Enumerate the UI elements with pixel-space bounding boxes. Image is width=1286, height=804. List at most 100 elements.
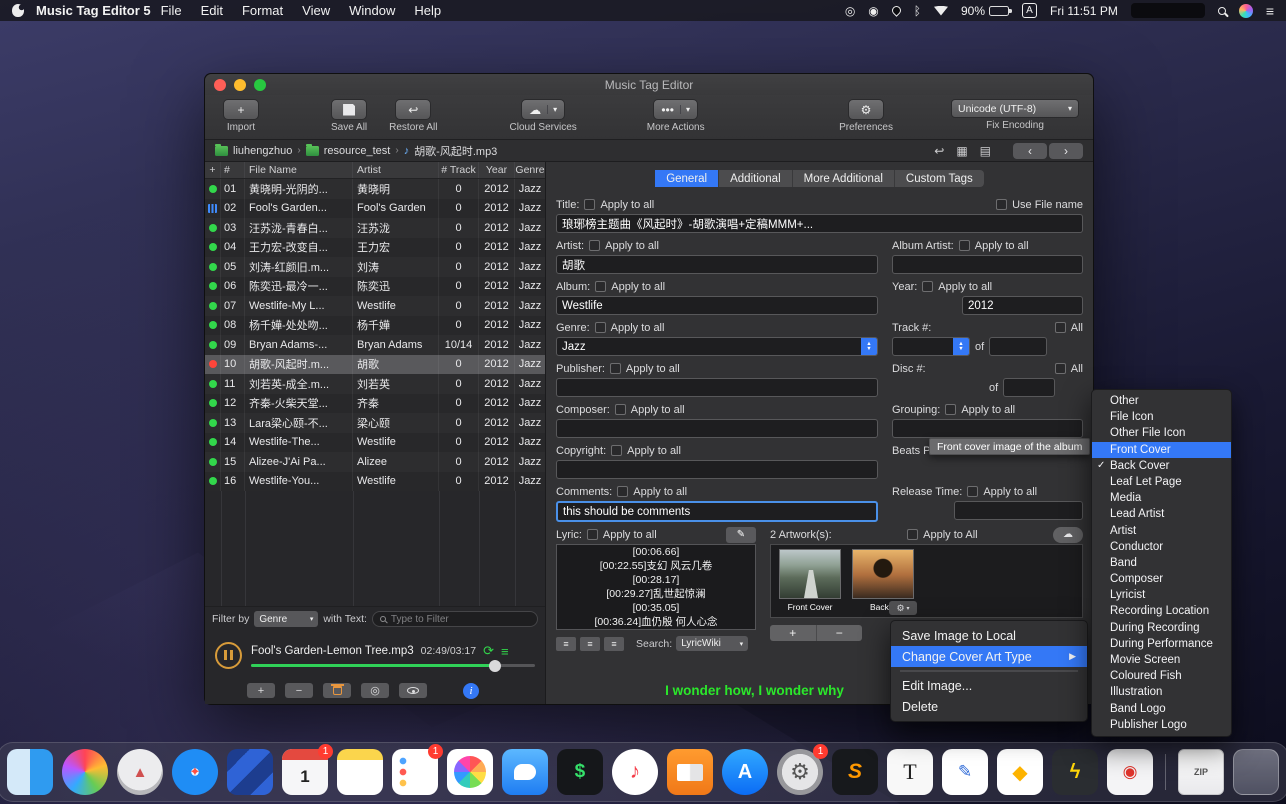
menu-item[interactable]: File [161, 3, 182, 18]
submenu-item[interactable]: Other [1092, 393, 1231, 409]
playback-knob[interactable] [489, 660, 501, 672]
composer-field[interactable] [556, 419, 878, 438]
submenu-item[interactable]: Movie Screen [1092, 652, 1231, 668]
artist-apply-checkbox[interactable] [589, 240, 600, 251]
filter-search-field[interactable] [372, 611, 538, 627]
release-apply-checkbox[interactable] [967, 486, 978, 497]
dock-item-launchpad[interactable] [62, 749, 108, 795]
dock-item-text-editor[interactable]: T [887, 749, 933, 795]
dock-item-system-preferences[interactable]: ⚙ 1 [777, 749, 823, 795]
siri-icon[interactable] [1239, 4, 1253, 18]
grouping-apply-checkbox[interactable] [945, 404, 956, 415]
add-artwork-button[interactable]: + [770, 625, 817, 641]
genre-apply-checkbox[interactable] [595, 322, 606, 333]
remove-artwork-button[interactable]: − [817, 625, 863, 641]
front-cover-artwork[interactable]: Front Cover [778, 549, 842, 613]
dock-item-photos[interactable] [447, 749, 493, 795]
back-cover-image[interactable] [852, 549, 914, 599]
filter-field-select[interactable]: Genre▾ [254, 611, 318, 627]
column-header-genre[interactable]: Genre [515, 162, 545, 178]
publisher-apply-checkbox[interactable] [610, 363, 621, 374]
track-total-field[interactable] [989, 337, 1047, 356]
menu-item[interactable]: View [302, 3, 330, 18]
submenu-item[interactable]: Recording Location [1092, 603, 1231, 619]
menu-item[interactable] [900, 670, 1078, 672]
reveal-file-button[interactable]: ◎ [361, 683, 389, 698]
dock-item-finder[interactable] [7, 749, 53, 795]
spotlight-search-icon[interactable] [1218, 7, 1226, 15]
table-row[interactable]: 15 Alizee-J'Ai Pa... Alizee 0 2012 Jazz [205, 452, 545, 472]
record-status-icon[interactable]: ◎ [845, 4, 855, 18]
tab[interactable]: General [655, 170, 719, 187]
table-row[interactable]: 02 Fool's Garden... Fool's Garden 0 2012… [205, 199, 545, 219]
import-button[interactable]: + [223, 99, 259, 120]
artwork-apply-checkbox[interactable] [907, 529, 918, 540]
menu-item[interactable]: Edit [201, 3, 223, 18]
playback-slider[interactable] [251, 664, 535, 667]
genre-field[interactable] [556, 337, 878, 356]
title-apply-checkbox[interactable] [584, 199, 595, 210]
lyric-apply-checkbox[interactable] [587, 529, 598, 540]
submenu-item[interactable]: Band Logo [1092, 701, 1231, 717]
remove-file-button[interactable]: − [285, 683, 313, 698]
title-field[interactable] [556, 214, 1083, 233]
dock-item-notes[interactable] [337, 749, 383, 795]
year-apply-checkbox[interactable] [922, 281, 933, 292]
more-actions-button[interactable]: •••▾ [653, 99, 698, 120]
bluetooth-icon[interactable]: ᛒ [914, 4, 921, 18]
file-list-header[interactable]: + # File Name Artist # Track Year Genre [205, 162, 545, 179]
app-menu-title[interactable]: Music Tag Editor 5 [36, 3, 151, 18]
window-titlebar[interactable]: Music Tag Editor [205, 74, 1093, 95]
publisher-field[interactable] [556, 378, 878, 397]
table-row[interactable]: 16 Westlife-You... Westlife 0 2012 Jazz [205, 472, 545, 492]
composer-apply-checkbox[interactable] [615, 404, 626, 415]
tab[interactable]: More Additional [793, 170, 895, 187]
year-field[interactable] [962, 296, 1083, 315]
dock-item-trash[interactable] [1233, 749, 1279, 795]
dock-item-pixel-app[interactable] [227, 749, 273, 795]
submenu-item[interactable]: Front Cover [1092, 442, 1231, 458]
submenu-item[interactable]: Composer [1092, 571, 1231, 587]
copyright-apply-checkbox[interactable] [611, 445, 622, 456]
menu-item[interactable]: Format [242, 3, 283, 18]
table-row[interactable]: 08 杨千嬅-处处吻... 杨千嬅 0 2012 Jazz [205, 316, 545, 336]
preferences-button[interactable]: ⚙ [848, 99, 884, 120]
track-all-checkbox[interactable] [1055, 322, 1066, 333]
column-header-status[interactable]: + [205, 162, 221, 178]
submenu-item[interactable]: Coloured Fish [1092, 668, 1231, 684]
table-row[interactable]: 09 Bryan Adams-... Bryan Adams 10/14 201… [205, 335, 545, 355]
dock-item-books[interactable] [667, 749, 713, 795]
dock-item-cash-app[interactable]: $ [557, 749, 603, 795]
notification-center-icon[interactable]: ≡ [1266, 3, 1274, 19]
table-row[interactable]: 14 Westlife-The... Westlife 0 2012 Jazz [205, 433, 545, 453]
pause-button[interactable] [215, 642, 242, 669]
dock-item-photo-editor[interactable]: ◉ [1107, 749, 1153, 795]
column-header-artist[interactable]: Artist [353, 162, 439, 178]
submenu-item[interactable]: Leaf Let Page [1092, 474, 1231, 490]
repeat-icon[interactable]: ⟳ [483, 643, 494, 659]
menu-item[interactable]: Change Cover Art Type ▶ [891, 646, 1087, 667]
delete-file-button[interactable] [323, 683, 351, 698]
menu-item[interactable]: Window [349, 3, 395, 18]
dock-item-sublime-text[interactable]: S [832, 749, 878, 795]
dock-item-bolt-app[interactable]: ϟ [1052, 749, 1098, 795]
submenu-item[interactable]: Illustration [1092, 684, 1231, 700]
dock-item-safari[interactable]: ✦ [172, 749, 218, 795]
submenu-item[interactable]: Artist [1092, 523, 1231, 539]
align-right-button[interactable]: ≡ [604, 637, 624, 651]
disc-all-checkbox[interactable] [1055, 363, 1066, 374]
table-row[interactable]: 01 黄晓明-光阴的... 黄晓明 0 2012 Jazz [205, 179, 545, 199]
grid-icon[interactable]: ▦ [956, 144, 967, 158]
submenu-item[interactable]: During Performance [1092, 636, 1231, 652]
dock-item-messages[interactable] [502, 749, 548, 795]
album-artist-apply-checkbox[interactable] [959, 240, 970, 251]
table-row[interactable]: 11 刘若英-成全.m... 刘若英 0 2012 Jazz [205, 374, 545, 394]
submenu-item[interactable]: Back Cover [1092, 458, 1231, 474]
genre-popup[interactable]: ▲▼ [556, 337, 878, 356]
filter-search-input[interactable] [391, 614, 530, 625]
submenu-item[interactable]: Publisher Logo [1092, 717, 1231, 733]
grouping-field[interactable] [892, 419, 1083, 438]
column-header-track[interactable]: # Track [439, 162, 479, 178]
submenu-item[interactable]: Other File Icon [1092, 425, 1231, 441]
album-field[interactable] [556, 296, 878, 315]
